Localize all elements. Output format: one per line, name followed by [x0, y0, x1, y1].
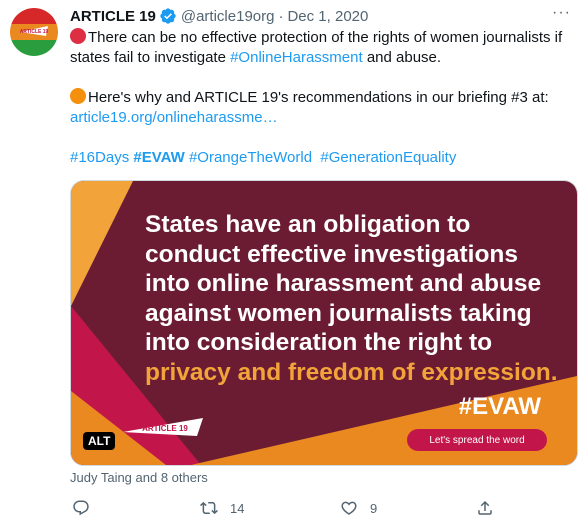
tweet-hashtags: #16Days #EVAW #OrangeTheWorld #Generatio…	[70, 148, 575, 168]
red-circle-icon	[70, 28, 86, 44]
author-handle[interactable]: @article19org	[181, 8, 275, 25]
retweet-icon	[200, 501, 218, 515]
more-options-icon[interactable]: ···	[552, 4, 571, 22]
hashtag-evaw[interactable]: #EVAW	[133, 149, 184, 166]
tweet-text-2: Here's why and ARTICLE 19's recommendati…	[88, 89, 549, 106]
like-count: 9	[370, 500, 378, 516]
tweet-paragraph-2: Here's why and ARTICLE 19's recommendati…	[70, 88, 575, 128]
author-name[interactable]: ARTICLE 19	[70, 8, 156, 25]
tweet-body: There can be no effective protection of …	[70, 28, 575, 168]
hashtag-16days[interactable]: #16Days	[70, 149, 129, 166]
hashtag-orangetheworld[interactable]: #OrangeTheWorld	[189, 149, 312, 166]
tweet-header: ARTICLE 19 @article19org · Dec 1, 2020	[70, 6, 368, 26]
media-hashtag: #EVAW	[458, 393, 541, 420]
share-icon	[478, 500, 492, 515]
tweet-text-1-end: and abuse.	[362, 49, 442, 66]
avatar[interactable]: ARTICLE 19	[10, 8, 58, 56]
alt-text-badge[interactable]: ALT	[83, 432, 116, 450]
orange-circle-icon	[70, 88, 86, 104]
spread-the-word-badge: Let's spread the word	[407, 429, 547, 451]
tweet-actions: 14 9	[70, 496, 575, 520]
tweet-paragraph-1: There can be no effective protection of …	[70, 28, 575, 68]
avatar-logo-text: ARTICLE 19	[20, 29, 49, 35]
like-button[interactable]: 9	[340, 496, 377, 520]
verified-badge-icon	[159, 7, 177, 25]
likers-summary[interactable]: Judy Taing and 8 others	[70, 470, 208, 485]
separator-dot: ·	[278, 7, 284, 25]
hashtag-generationequality[interactable]: #GenerationEquality	[320, 149, 456, 166]
hashtag-onlineharassment[interactable]: #OnlineHarassment	[230, 49, 363, 66]
tweet-date[interactable]: Dec 1, 2020	[287, 8, 368, 25]
share-button[interactable]	[476, 496, 494, 520]
briefing-link[interactable]: article19.org/onlineharassme…	[70, 109, 278, 126]
reply-icon	[73, 500, 89, 516]
heart-icon	[341, 501, 357, 515]
tweet-media-image[interactable]: States have an obligation to conduct eff…	[70, 180, 578, 466]
retweet-count: 14	[230, 500, 245, 516]
article19-logo: ARTICLE 19	[121, 416, 211, 447]
media-highlight-text: privacy and freedom of expression.	[145, 358, 558, 386]
reply-button[interactable]	[72, 496, 90, 520]
retweet-button[interactable]: 14	[200, 496, 244, 520]
article19-logo-text: ARTICLE 19	[142, 424, 188, 433]
media-main-text: States have an obligation to conduct eff…	[145, 211, 542, 356]
media-headline: States have an obligation to conduct eff…	[145, 210, 565, 387]
